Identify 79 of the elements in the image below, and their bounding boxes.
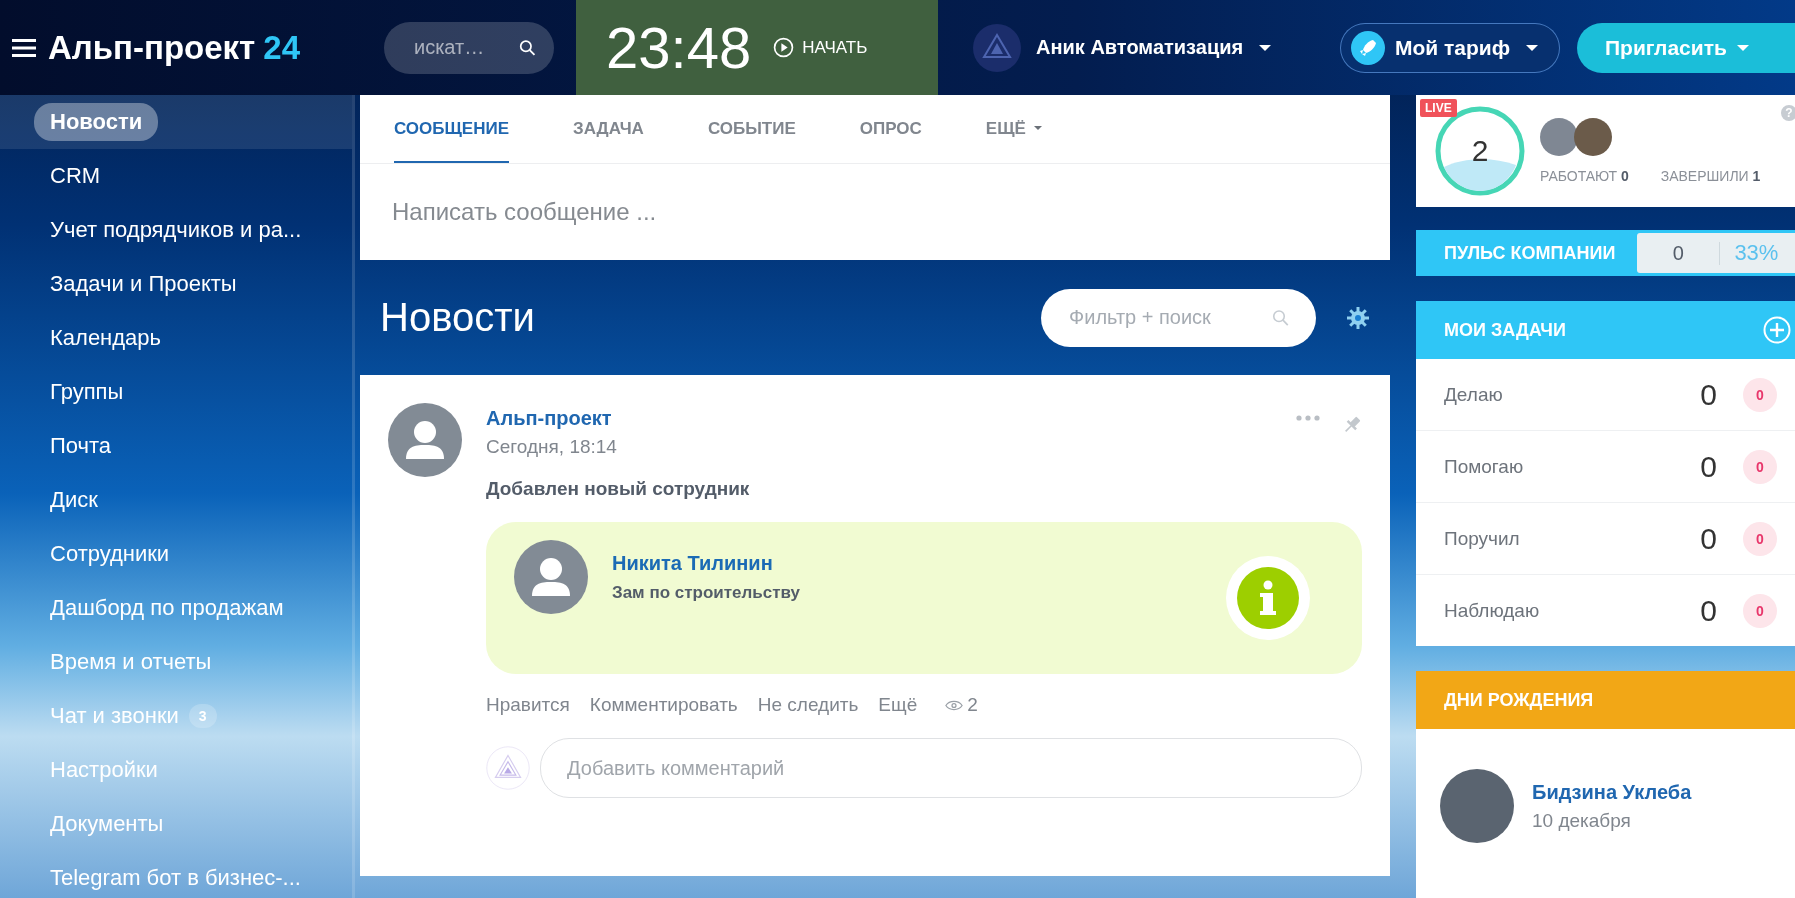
sidebar-item[interactable]: Почта: [50, 433, 112, 459]
overdue-badge: 0: [1743, 377, 1777, 412]
user-menu[interactable]: Аник Автоматизация: [1036, 36, 1272, 59]
overdue-badge: 0: [1743, 521, 1777, 556]
composer-tab[interactable]: ЗАДАЧА: [573, 95, 644, 163]
composer-tab[interactable]: ОПРОС: [859, 95, 922, 163]
overdue-badge: 0: [1743, 593, 1777, 628]
composer-tab[interactable]: СОБЫТИЕ: [707, 95, 796, 163]
pin-icon[interactable]: [1342, 415, 1362, 435]
sidebar-item[interactable]: CRM: [50, 163, 101, 189]
pulse-title: ПУЛЬС КОМПАНИИ: [1444, 242, 1616, 264]
task-category-link[interactable]: Поручил: [1444, 527, 1701, 550]
working-label: РАБОТАЮТ 0: [1540, 168, 1629, 184]
sidebar-item[interactable]: Диск: [50, 487, 98, 513]
sidebar-item[interactable]: Группы: [50, 379, 124, 405]
post-action-link[interactable]: Нравится: [486, 694, 570, 716]
sidebar-item[interactable]: Задачи и Проекты: [50, 271, 237, 297]
search-input[interactable]: искат…: [412, 35, 513, 60]
eye-icon: [945, 699, 964, 711]
pulse-percent: 33%: [1733, 240, 1779, 266]
caret-icon: [1526, 44, 1539, 51]
tariff-button[interactable]: Мой тариф: [1340, 22, 1560, 73]
caret-icon: [1736, 44, 1749, 51]
avatar-icon: [514, 540, 588, 614]
caret-icon: [1259, 44, 1272, 51]
sidebar-item[interactable]: Дашборд по продажам: [50, 595, 284, 621]
composer-tab[interactable]: ЕЩЁ: [985, 95, 1042, 163]
logo-number: 24: [263, 28, 300, 67]
info-icon: [1226, 556, 1310, 640]
live-badge: LIVE: [1420, 99, 1457, 117]
task-count: 0: [1700, 593, 1717, 628]
task-count: 0: [1700, 449, 1717, 484]
post-text: Добавлен новый сотрудник: [486, 478, 751, 500]
live-counter: 2: [1471, 134, 1489, 168]
avatar-placeholder: [1540, 118, 1578, 156]
task-category-link[interactable]: Наблюдаю: [1444, 599, 1701, 622]
task-category-link[interactable]: Делаю: [1444, 383, 1701, 406]
birthday-date: 10 декабря: [1532, 809, 1632, 832]
sidebar-item[interactable]: Новости: [34, 103, 159, 141]
filter-search-field[interactable]: Фильтр + поиск: [1041, 288, 1316, 347]
post-action-link[interactable]: Не следить: [757, 694, 859, 716]
person-link[interactable]: Бидзина Уклеба: [1532, 780, 1692, 804]
page-title: Новости: [380, 295, 536, 340]
sidebar-item[interactable]: Календарь: [50, 325, 162, 351]
task-count: 0: [1700, 377, 1717, 412]
clock-time: 23:48: [606, 14, 752, 81]
author-link[interactable]: Альп-проект: [486, 407, 1272, 430]
task-count: 0: [1700, 521, 1717, 556]
pulse-value: 0: [1637, 241, 1721, 265]
tasks-title: МОИ ЗАДАЧИ: [1444, 319, 1566, 341]
employee-position: Зам по строительству: [612, 583, 802, 603]
post-action-link[interactable]: Ещё: [878, 694, 918, 716]
logo-name: Альп-проект: [48, 28, 256, 67]
post-time: Сегодня, 18:14: [486, 436, 618, 458]
photo-placeholder: [1574, 118, 1612, 156]
sidebar-item[interactable]: Учет подрядчиков и ра...: [50, 217, 302, 243]
search-field[interactable]: искат…: [384, 21, 554, 74]
counter-badge: 3: [188, 704, 217, 728]
filter-input[interactable]: Фильтр + поиск: [1067, 305, 1267, 330]
more-icon[interactable]: [1296, 415, 1320, 421]
sidebar-item[interactable]: Сотрудники: [50, 541, 170, 567]
post-action-link[interactable]: Комментировать: [589, 694, 738, 716]
view-count: 2: [967, 694, 978, 716]
company-pulse-bar[interactable]: ПУЛЬС КОМПАНИИ 0 33%: [1416, 230, 1795, 276]
user-avatar-icon[interactable]: [972, 22, 1022, 73]
sidebar-item[interactable]: Telegram бот в бизнес-...: [50, 865, 301, 891]
rocket-icon: [1351, 30, 1385, 65]
start-button[interactable]: НАЧАТЬ: [773, 37, 868, 58]
avatar-icon: [388, 403, 462, 477]
task-category-link[interactable]: Помогаю: [1444, 455, 1701, 478]
comment-input[interactable]: Добавить комментарий: [540, 738, 1362, 798]
overdue-badge: 0: [1743, 449, 1777, 484]
menu-icon[interactable]: [12, 38, 36, 57]
birthdays-title: ДНИ РОЖДЕНИЯ: [1444, 689, 1594, 711]
finished-label: ЗАВЕРШИЛИ 1: [1660, 168, 1761, 184]
settings-icon[interactable]: [1346, 305, 1370, 330]
add-icon[interactable]: [1763, 316, 1791, 344]
play-icon: [773, 37, 795, 58]
employee-link[interactable]: Никита Тилинин: [612, 552, 1202, 575]
